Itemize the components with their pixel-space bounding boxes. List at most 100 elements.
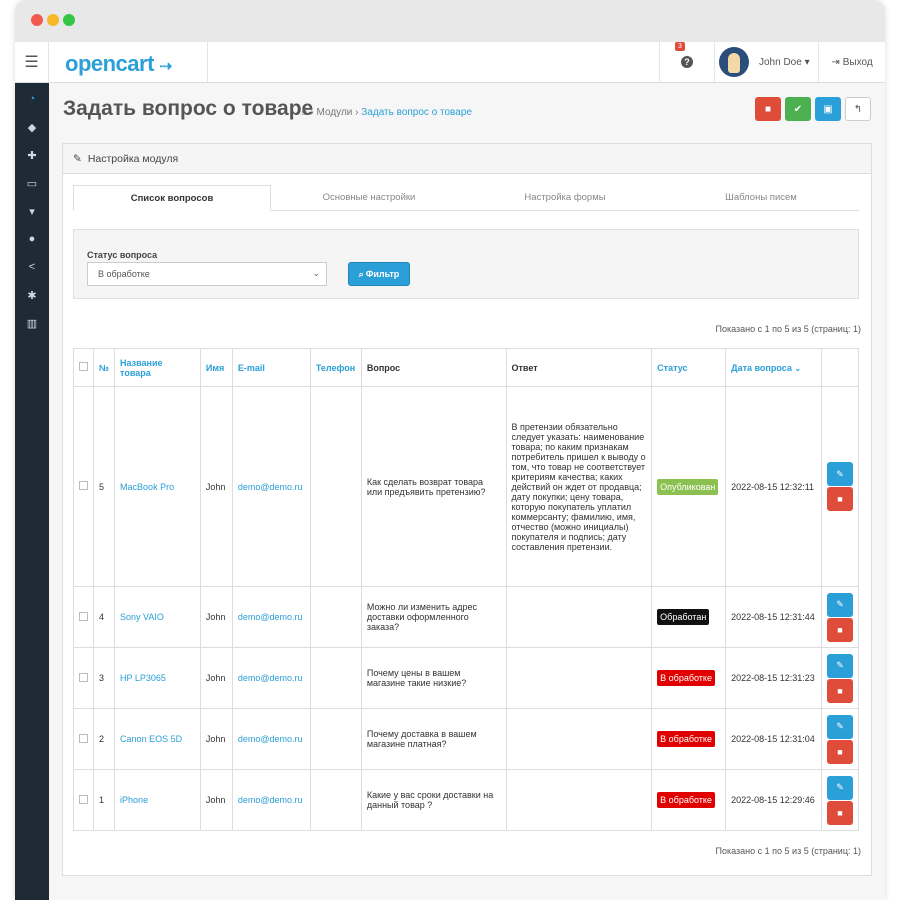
row-delete-button[interactable]: ■ — [826, 487, 853, 511]
share-icon[interactable]: < — [15, 253, 49, 281]
maximize-window-dot[interactable] — [63, 14, 75, 26]
edit-button[interactable]: ✎ — [826, 775, 853, 800]
menu-toggle-button[interactable]: ☰ — [15, 42, 49, 82]
questions-table: № Название товара Имя E-mail Телефон Воп… — [73, 348, 860, 831]
row-product-link[interactable]: Sony VAIO — [114, 586, 201, 648]
row-checkbox[interactable] — [79, 733, 88, 743]
tab-email-templates[interactable]: Шаблоны писем — [663, 185, 859, 210]
row-answer — [505, 708, 653, 770]
col-question: Вопрос — [360, 348, 507, 387]
minimize-window-dot[interactable] — [47, 14, 59, 26]
row-no: 2 — [92, 708, 116, 770]
row-product-link[interactable]: iPhone — [114, 769, 201, 831]
col-date[interactable]: Дата вопроса ⌄ — [725, 348, 822, 387]
trash-icon: ■ — [837, 746, 843, 757]
desktop-icon[interactable]: ▭ — [15, 169, 49, 197]
edit-button[interactable]: ✎ — [826, 653, 853, 678]
tab-main-settings[interactable]: Основные настройки — [271, 185, 467, 210]
floppy-icon: ▣ — [823, 103, 833, 115]
row-delete-button[interactable]: ■ — [826, 800, 853, 825]
row-delete-button[interactable]: ■ — [826, 739, 853, 764]
back-button[interactable]: ↰ — [845, 97, 871, 121]
edit-button[interactable]: ✎ — [826, 592, 853, 617]
tag-icon[interactable]: ◆ — [15, 113, 49, 141]
puzzle-icon[interactable]: ✚ — [15, 141, 49, 169]
row-actions: ✎ ■ — [820, 708, 860, 770]
close-window-dot[interactable] — [31, 14, 43, 26]
trash-icon: ■ — [764, 103, 772, 115]
approve-button[interactable]: ✔ — [785, 97, 811, 121]
edit-button[interactable]: ✎ — [826, 462, 853, 486]
save-button[interactable]: ▣ — [815, 97, 841, 121]
row-phone — [309, 769, 362, 831]
col-product[interactable]: Название товара — [114, 348, 201, 387]
help-button[interactable]: 3 ? — [659, 42, 714, 82]
row-product-link[interactable]: Canon EOS 5D — [114, 708, 201, 770]
pencil-icon: ✎ — [836, 721, 844, 731]
gear-icon[interactable]: ✱ — [15, 281, 49, 309]
row-checkbox[interactable] — [79, 794, 88, 804]
dashboard-icon[interactable]: ◔ — [15, 85, 49, 113]
question-icon: ? — [681, 56, 693, 68]
notification-badge: 3 — [675, 42, 685, 51]
col-phone[interactable]: Телефон — [309, 348, 362, 387]
col-no[interactable]: № — [92, 348, 116, 387]
row-date: 2022-08-15 12:31:04 — [725, 708, 822, 770]
filter-button[interactable]: ⌕ Фильтр — [348, 262, 410, 286]
sort-desc-icon: ⌄ — [794, 363, 802, 373]
row-email-link[interactable]: demo@demo.ru — [231, 386, 311, 587]
row-name: John — [199, 647, 233, 709]
logo[interactable]: opencart ⇢ — [65, 51, 172, 77]
row-email-link[interactable]: demo@demo.ru — [231, 586, 311, 648]
select-all-checkbox[interactable] — [79, 362, 88, 371]
col-name[interactable]: Имя — [199, 348, 233, 387]
tabs: Список вопросов Основные настройки Настр… — [73, 185, 859, 211]
breadcrumb-modules[interactable]: Модули — [317, 107, 353, 118]
breadcrumb-current[interactable]: Задать вопрос о товаре — [361, 107, 472, 118]
row-name: John — [199, 586, 233, 648]
row-checkbox[interactable] — [79, 611, 88, 621]
row-delete-button[interactable]: ■ — [826, 617, 853, 642]
row-product-link[interactable]: MacBook Pro — [114, 386, 201, 587]
status-badge: В обработке — [657, 792, 715, 808]
row-no: 5 — [92, 386, 116, 587]
browser-window: ☰ opencart ⇢ 3 ? John Doe ▾ ⇥ Выход ◔ ◆ ✚… — [15, 0, 885, 900]
row-no: 3 — [92, 647, 116, 709]
user-icon[interactable]: ● — [15, 225, 49, 253]
col-email[interactable]: E-mail — [231, 348, 311, 387]
cart-icon[interactable]: ▾ — [15, 197, 49, 225]
row-email-link[interactable]: demo@demo.ru — [231, 769, 311, 831]
row-no: 1 — [92, 769, 116, 831]
row-checkbox[interactable] — [79, 672, 88, 682]
row-name: John — [199, 386, 233, 587]
main-content: Задать вопрос о товаре ⌂ › Модули › Зада… — [49, 83, 885, 900]
tab-form-settings[interactable]: Настройка формы — [467, 185, 663, 210]
row-answer — [505, 647, 653, 709]
tab-questions-list[interactable]: Список вопросов — [73, 185, 271, 211]
row-date: 2022-08-15 12:31:23 — [725, 647, 822, 709]
row-checkbox[interactable] — [79, 481, 88, 490]
pencil-icon: ✎ — [836, 782, 844, 792]
user-menu[interactable]: John Doe ▾ — [714, 42, 818, 82]
delete-button[interactable]: ■ — [755, 97, 781, 121]
row-date: 2022-08-15 12:29:46 — [725, 769, 822, 831]
row-answer: В претензии обязательно следует указать:… — [505, 386, 653, 587]
logout-button[interactable]: ⇥ Выход — [818, 42, 885, 82]
row-product-link[interactable]: HP LP3065 — [114, 647, 201, 709]
row-email-link[interactable]: demo@demo.ru — [231, 647, 311, 709]
row-phone — [309, 586, 362, 648]
row-status-cell: В обработке — [651, 708, 727, 770]
row-question: Почему цены в вашем магазине такие низки… — [360, 647, 507, 709]
row-email-link[interactable]: demo@demo.ru — [231, 708, 311, 770]
row-checkbox-cell — [73, 647, 94, 709]
row-delete-button[interactable]: ■ — [826, 678, 853, 703]
bar-chart-icon[interactable]: ▥ — [15, 309, 49, 337]
row-phone — [309, 647, 362, 709]
status-select[interactable]: В обработке ⌄ — [87, 262, 327, 286]
row-status-cell: Опубликован — [651, 386, 727, 587]
row-actions: ✎ ■ — [820, 647, 860, 709]
action-buttons: ■ ✔ ▣ ↰ — [755, 97, 871, 121]
home-icon[interactable]: ⌂ — [301, 106, 308, 118]
col-status[interactable]: Статус — [651, 348, 727, 387]
edit-button[interactable]: ✎ — [826, 714, 853, 739]
